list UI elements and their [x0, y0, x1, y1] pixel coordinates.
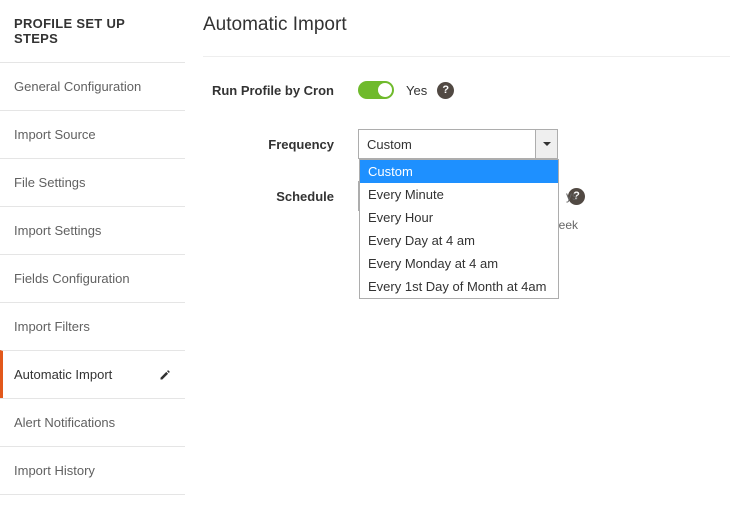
frequency-option-every-hour[interactable]: Every Hour: [360, 206, 558, 229]
frequency-option-every-minute[interactable]: Every Minute: [360, 183, 558, 206]
page-title: Automatic Import: [203, 14, 730, 36]
pencil-icon: [159, 369, 171, 381]
sidebar-item-label: Import Filters: [14, 319, 90, 334]
sidebar-item-fields-configuration[interactable]: Fields Configuration: [0, 254, 185, 302]
sidebar-item-import-filters[interactable]: Import Filters: [0, 302, 185, 350]
frequency-option-every-day[interactable]: Every Day at 4 am: [360, 229, 558, 252]
sidebar-item-label: Import Source: [14, 127, 96, 142]
frequency-option-custom[interactable]: Custom: [360, 160, 558, 183]
sidebar-item-import-source[interactable]: Import Source: [0, 110, 185, 158]
field-frequency: Frequency Custom Custom Every Minute Eve…: [203, 129, 730, 159]
sidebar-list: General Configuration Import Source File…: [0, 62, 185, 495]
chevron-down-icon: [535, 130, 557, 158]
sidebar-item-label: Alert Notifications: [14, 415, 115, 430]
frequency-dropdown: Custom Every Minute Every Hour Every Day…: [359, 159, 559, 299]
frequency-select[interactable]: Custom Custom Every Minute Every Hour Ev…: [358, 129, 558, 159]
main-content: Automatic Import Run Profile by Cron Yes…: [185, 0, 730, 495]
field-label-run-by-cron: Run Profile by Cron: [203, 83, 358, 98]
sidebar: PROFILE SET UP STEPS General Configurati…: [0, 0, 185, 495]
toggle-run-by-cron[interactable]: [358, 81, 394, 99]
sidebar-item-import-history[interactable]: Import History: [0, 446, 185, 495]
sidebar-heading: PROFILE SET UP STEPS: [0, 0, 185, 62]
frequency-option-every-monday[interactable]: Every Monday at 4 am: [360, 252, 558, 275]
sidebar-item-label: File Settings: [14, 175, 86, 190]
sidebar-item-automatic-import[interactable]: Automatic Import: [0, 350, 185, 398]
sidebar-item-alert-notifications[interactable]: Alert Notifications: [0, 398, 185, 446]
sidebar-item-general-configuration[interactable]: General Configuration: [0, 62, 185, 110]
sidebar-item-label: General Configuration: [14, 79, 141, 94]
frequency-option-first-of-month[interactable]: Every 1st Day of Month at 4am: [360, 275, 558, 298]
toggle-value-text: Yes: [406, 83, 427, 98]
sidebar-item-file-settings[interactable]: File Settings: [0, 158, 185, 206]
sidebar-item-label: Import History: [14, 463, 95, 478]
frequency-selected-value: Custom: [367, 137, 412, 152]
sidebar-item-label: Automatic Import: [14, 367, 112, 382]
field-run-by-cron: Run Profile by Cron Yes ?: [203, 81, 730, 99]
sidebar-item-label: Import Settings: [14, 223, 101, 238]
divider: [203, 56, 730, 57]
help-icon[interactable]: ?: [437, 82, 454, 99]
field-label-frequency: Frequency: [203, 137, 358, 152]
sidebar-item-label: Fields Configuration: [14, 271, 130, 286]
field-label-schedule: Schedule: [203, 189, 358, 204]
sidebar-item-import-settings[interactable]: Import Settings: [0, 206, 185, 254]
